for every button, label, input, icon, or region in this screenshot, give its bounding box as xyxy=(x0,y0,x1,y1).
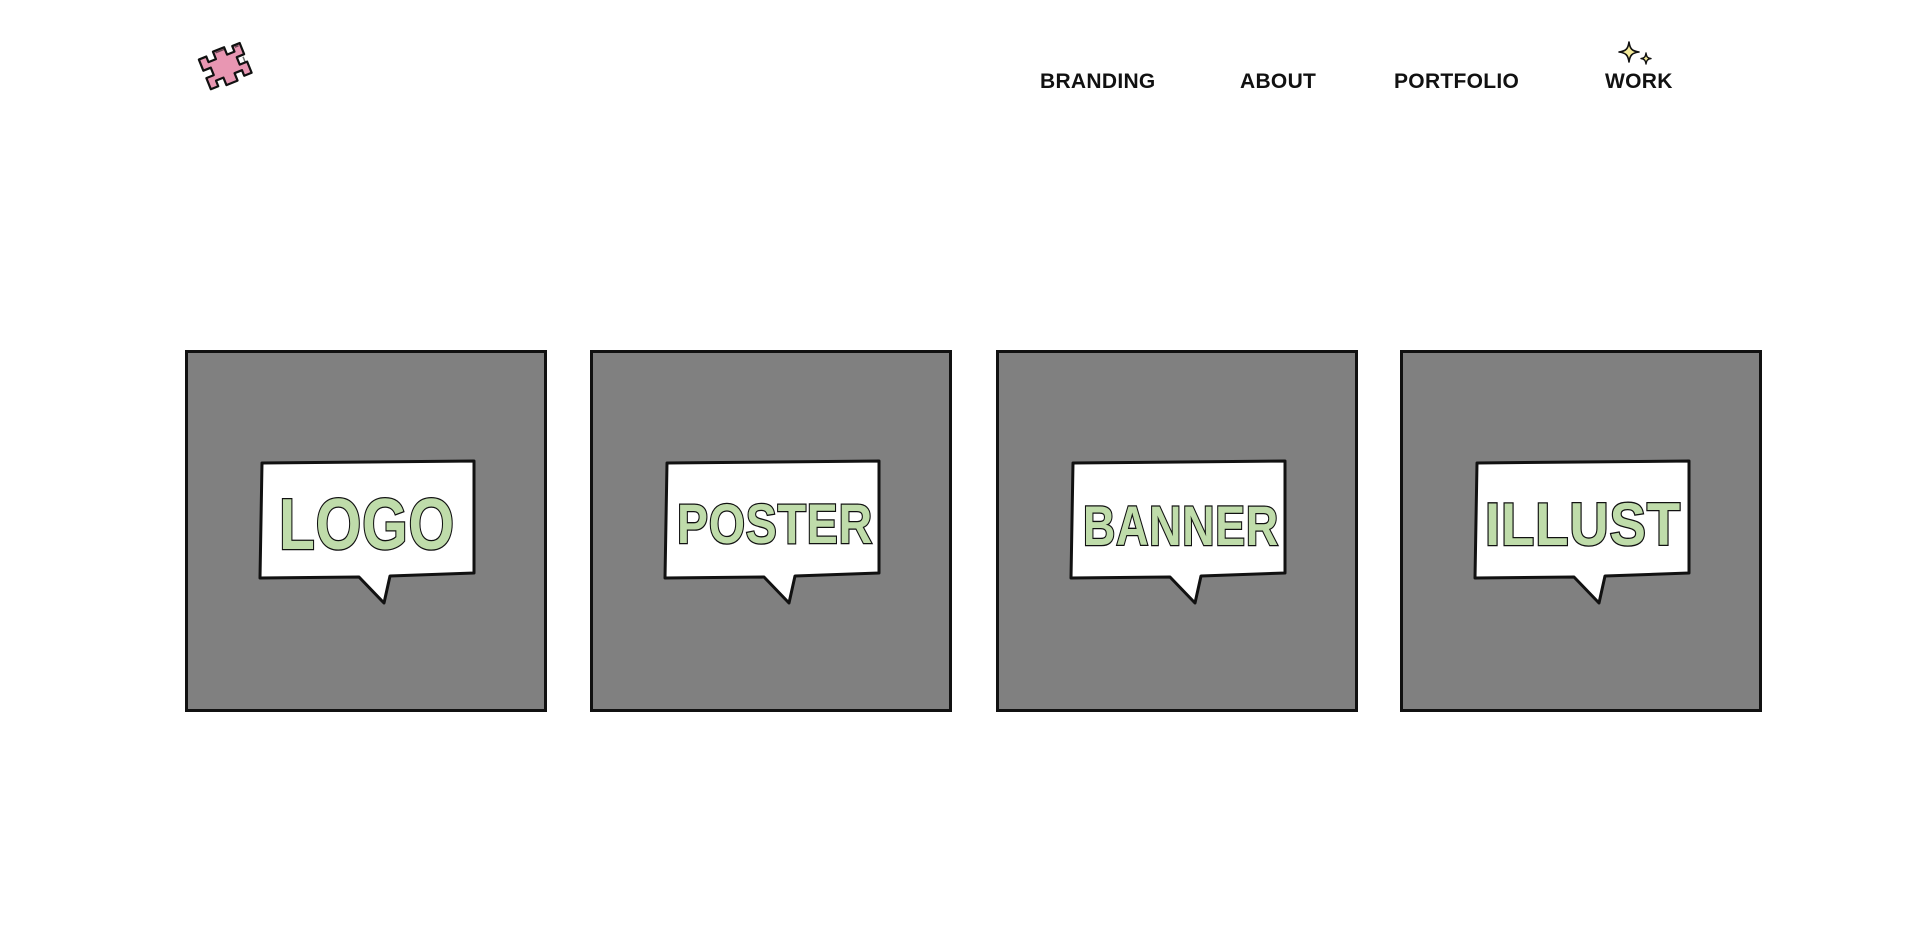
category-card-poster[interactable]: POSTER xyxy=(590,350,952,712)
speech-bubble-icon: ILLUST xyxy=(1473,459,1691,605)
speech-bubble-icon: POSTER xyxy=(663,459,881,605)
category-card-illust[interactable]: ILLUST xyxy=(1400,350,1762,712)
card-label: LOGO xyxy=(279,485,455,565)
nav-item-portfolio[interactable]: PORTFOLIO xyxy=(1394,70,1519,94)
sparkle-icon xyxy=(1618,41,1652,65)
nav-item-work[interactable]: WORK xyxy=(1605,70,1673,94)
card-label: BANNER xyxy=(1083,494,1279,557)
category-card-logo[interactable]: LOGO xyxy=(185,350,547,712)
card-label: POSTER xyxy=(677,492,873,555)
main-nav: BRANDING ABOUT PORTFOLIO WORK xyxy=(0,70,1920,100)
nav-item-about[interactable]: ABOUT xyxy=(1240,70,1316,94)
card-label: ILLUST xyxy=(1485,491,1681,558)
nav-item-branding[interactable]: BRANDING xyxy=(1040,70,1156,94)
category-card-banner[interactable]: BANNER xyxy=(996,350,1358,712)
speech-bubble-icon: LOGO xyxy=(258,459,476,605)
speech-bubble-icon: BANNER xyxy=(1069,459,1287,605)
